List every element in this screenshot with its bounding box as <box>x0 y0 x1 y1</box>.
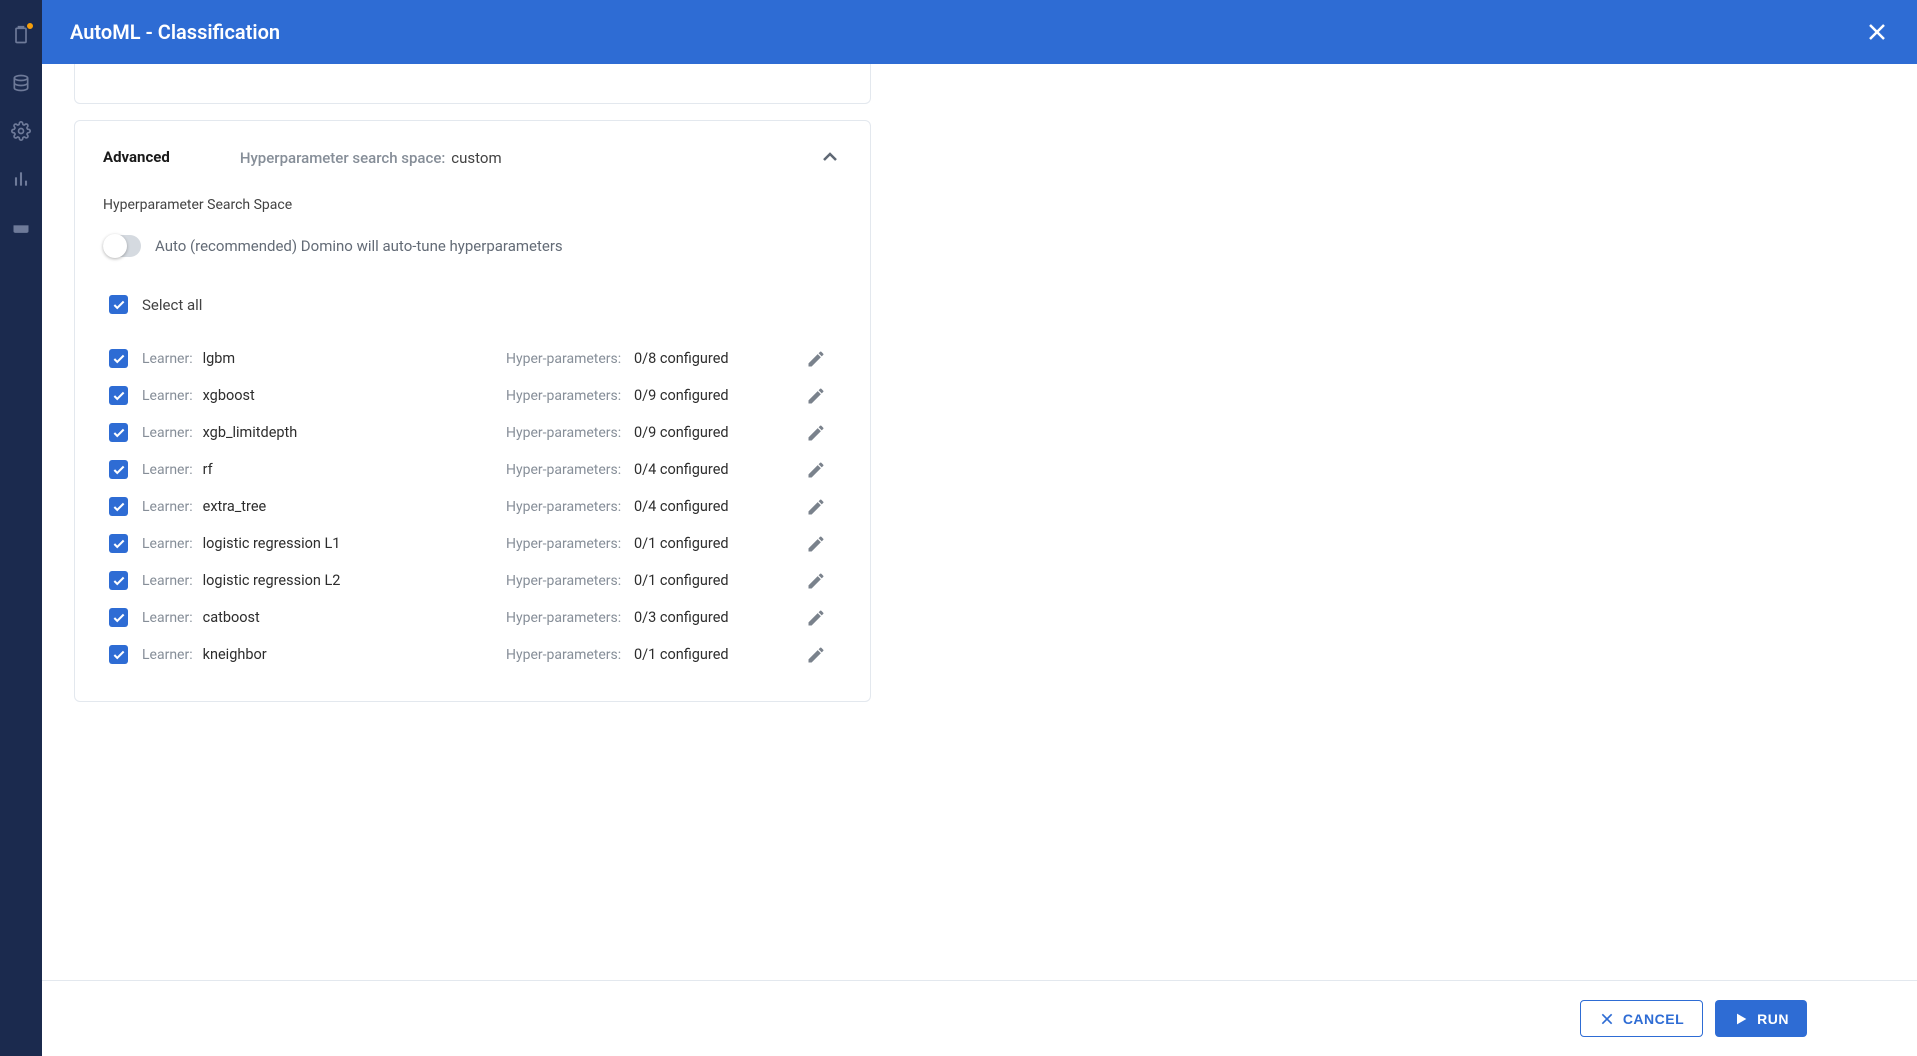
sidebar <box>0 0 42 1056</box>
edit-icon[interactable] <box>806 608 826 628</box>
learner-checkbox[interactable] <box>109 497 128 516</box>
learner-name: extra_tree <box>203 498 267 515</box>
learner-checkbox[interactable] <box>109 460 128 479</box>
sidebar-clipboard-icon[interactable] <box>11 25 31 45</box>
run-button[interactable]: RUN <box>1715 1000 1807 1037</box>
hp-value: 0/3 configured <box>634 609 806 626</box>
hp-key: Hyper-parameters: <box>506 351 634 367</box>
sidebar-chart-icon[interactable] <box>11 169 31 189</box>
cancel-button[interactable]: CANCEL <box>1580 1000 1703 1037</box>
learner-key: Learner: <box>142 573 193 589</box>
hp-value: 0/9 configured <box>634 424 806 441</box>
advanced-card: Advanced Hyperparameter search space: cu… <box>74 120 871 702</box>
hp-key: Hyper-parameters: <box>506 610 634 626</box>
learner-name: logistic regression L2 <box>203 572 341 589</box>
learner-checkbox[interactable] <box>109 608 128 627</box>
edit-icon[interactable] <box>806 423 826 443</box>
learner-name: kneighbor <box>203 646 267 663</box>
learner-name: logistic regression L1 <box>203 535 341 552</box>
hp-key: Hyper-parameters: <box>506 388 634 404</box>
learner-checkbox[interactable] <box>109 571 128 590</box>
auto-toggle-label: Auto (recommended) Domino will auto-tune… <box>155 237 563 255</box>
auto-toggle[interactable] <box>103 235 141 257</box>
learner-key: Learner: <box>142 647 193 663</box>
hps-value: custom <box>451 149 501 167</box>
learner-row: Learner: rf Hyper-parameters:0/4 configure… <box>109 451 842 488</box>
edit-icon[interactable] <box>806 497 826 517</box>
learner-checkbox[interactable] <box>109 534 128 553</box>
edit-icon[interactable] <box>806 534 826 554</box>
learner-name: catboost <box>203 609 260 626</box>
learner-row: Learner: logistic regression L1 Hyper-para… <box>109 525 842 562</box>
learner-row: Learner: xgboost Hyper-parameters:0/9 conf… <box>109 377 842 414</box>
learner-name: lgbm <box>203 350 236 367</box>
hp-key: Hyper-parameters: <box>506 647 634 663</box>
edit-icon[interactable] <box>806 460 826 480</box>
previous-card-bottom <box>74 64 871 104</box>
edit-icon[interactable] <box>806 349 826 369</box>
learner-row: Learner: extra_tree Hyper-parameters:0/4 c… <box>109 488 842 525</box>
learner-checkbox[interactable] <box>109 386 128 405</box>
hp-key: Hyper-parameters: <box>506 499 634 515</box>
learner-row: Learner: kneighbor Hyper-parameters:0/1 co… <box>109 636 842 673</box>
learner-key: Learner: <box>142 499 193 515</box>
hps-label: Hyperparameter search space: <box>240 149 446 167</box>
learner-name: xgb_limitdepth <box>203 424 298 441</box>
select-all-label: Select all <box>142 296 202 314</box>
learner-row: Learner: logistic regression L2 Hyper-para… <box>109 562 842 599</box>
footer: CANCEL RUN <box>42 980 1917 1056</box>
chevron-up-icon[interactable] <box>818 145 842 169</box>
header: AutoML - Classification <box>42 0 1917 64</box>
hp-key: Hyper-parameters: <box>506 462 634 478</box>
edit-icon[interactable] <box>806 386 826 406</box>
sidebar-card-icon[interactable] <box>11 217 31 237</box>
sidebar-gear-icon[interactable] <box>11 121 31 141</box>
hp-key: Hyper-parameters: <box>506 573 634 589</box>
hp-value: 0/1 configured <box>634 535 806 552</box>
learner-checkbox[interactable] <box>109 349 128 368</box>
play-icon <box>1733 1011 1749 1027</box>
learner-key: Learner: <box>142 388 193 404</box>
learner-key: Learner: <box>142 351 193 367</box>
toggle-knob <box>103 234 127 258</box>
advanced-header[interactable]: Advanced Hyperparameter search space: cu… <box>103 145 842 169</box>
learner-row: Learner: xgb_limitdepth Hyper-parameters:0… <box>109 414 842 451</box>
hp-value: 0/8 configured <box>634 350 806 367</box>
notification-dot <box>26 22 34 30</box>
auto-toggle-row: Auto (recommended) Domino will auto-tune… <box>103 235 842 257</box>
learner-key: Learner: <box>142 610 193 626</box>
edit-icon[interactable] <box>806 571 826 591</box>
sidebar-database-icon[interactable] <box>11 73 31 93</box>
learner-checkbox[interactable] <box>109 645 128 664</box>
hp-key: Hyper-parameters: <box>506 536 634 552</box>
learner-key: Learner: <box>142 536 193 552</box>
learner-row: Learner: lgbm Hyper-parameters:0/8 configu… <box>109 340 842 377</box>
learner-name: xgboost <box>203 387 255 404</box>
header-title: AutoML - Classification <box>70 20 280 44</box>
hps-sublabel: Hyperparameter Search Space <box>103 197 842 213</box>
learners-list: Learner:lgbmHyper-parameters:0/8 configu… <box>103 340 842 673</box>
select-all-row: Select all <box>109 295 842 314</box>
learner-key: Learner: <box>142 425 193 441</box>
hp-value: 0/4 configured <box>634 461 806 478</box>
learner-name: rf <box>203 461 213 478</box>
hp-value: 0/4 configured <box>634 498 806 515</box>
hp-value: 0/1 configured <box>634 572 806 589</box>
learner-checkbox[interactable] <box>109 423 128 442</box>
select-all-checkbox[interactable] <box>109 295 128 314</box>
hp-key: Hyper-parameters: <box>506 425 634 441</box>
main-content: Advanced Hyperparameter search space: cu… <box>42 64 1917 980</box>
run-label: RUN <box>1757 1011 1789 1027</box>
advanced-label: Advanced <box>103 148 170 166</box>
hp-value: 0/1 configured <box>634 646 806 663</box>
learner-key: Learner: <box>142 462 193 478</box>
learner-row: Learner: catboost Hyper-parameters:0/3 con… <box>109 599 842 636</box>
cancel-label: CANCEL <box>1623 1011 1684 1027</box>
close-button[interactable] <box>1865 20 1889 44</box>
edit-icon[interactable] <box>806 645 826 665</box>
hp-value: 0/9 configured <box>634 387 806 404</box>
close-icon <box>1599 1011 1615 1027</box>
